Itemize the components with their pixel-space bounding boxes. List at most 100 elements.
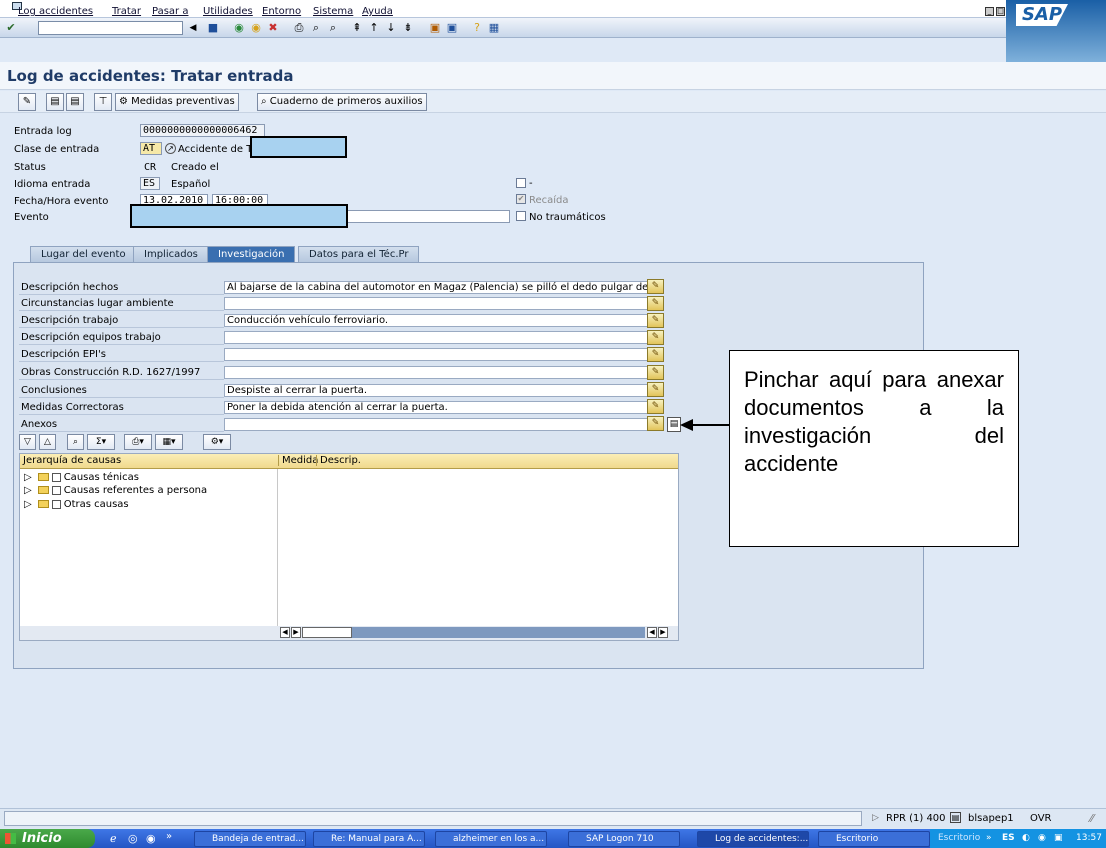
tree-node[interactable]: ▷ Causas ténicas [24, 471, 139, 484]
expand-icon[interactable]: ▷ [24, 472, 32, 483]
task-alzheimer[interactable]: alzheimer en los a... [435, 831, 547, 847]
entrada-log-field[interactable]: 0000000000000006462 [140, 124, 265, 137]
scroll-right-icon[interactable]: ▶ [658, 627, 668, 638]
menu-tratar[interactable]: Tratar [112, 6, 141, 17]
other-object-icon[interactable]: ▤ [46, 93, 64, 111]
minimize-icon[interactable]: _ [985, 7, 994, 16]
menu-entorno[interactable]: Entorno [262, 6, 301, 17]
expand-all-icon[interactable]: ▽ [19, 434, 36, 450]
menu-pasar-a[interactable]: Pasar a [152, 6, 188, 17]
help-icon[interactable]: ? [470, 21, 484, 35]
find-icon[interactable]: ⌕ [309, 21, 323, 35]
menu-log-accidentes[interactable]: Log accidentes [18, 6, 93, 17]
media-icon[interactable]: ◉ [146, 832, 156, 845]
tray-toolbar-label[interactable]: Escritorio [938, 829, 980, 848]
status-mode[interactable]: OVR [1030, 813, 1051, 824]
task-sap-logon[interactable]: SAP Logon 710 [568, 831, 680, 847]
scroll-left-icon[interactable]: ◀ [280, 627, 290, 638]
tab-implicados[interactable]: Implicados [133, 246, 209, 262]
tree-checkbox[interactable] [51, 472, 61, 482]
expand-icon[interactable]: ▷ [24, 485, 32, 496]
cancel-icon[interactable]: ✖ [266, 21, 280, 35]
ie-icon[interactable]: ℯ [110, 832, 117, 845]
save-icon[interactable]: ■ [206, 21, 220, 35]
row-value-field[interactable] [224, 297, 664, 310]
more-quicklaunch-icon[interactable]: » [166, 831, 172, 842]
tray-expand-icon[interactable]: » [986, 829, 992, 848]
desktop-icon[interactable]: ◎ [128, 832, 138, 845]
task-manual[interactable]: Re: Manual para A... [313, 831, 425, 847]
enter-icon[interactable]: ✔ [4, 21, 18, 35]
task-log-accidentes[interactable]: Log de accidentes:... [697, 831, 809, 847]
row-value-field[interactable] [224, 348, 664, 361]
row-value-field[interactable] [224, 418, 664, 431]
new-session-icon[interactable]: ▣ [428, 21, 442, 35]
tab-investigacion[interactable]: Investigación [207, 246, 296, 262]
shortcut-icon[interactable]: ▣ [445, 21, 459, 35]
edit-text-icon[interactable]: ✎ [647, 416, 664, 431]
status-expand-icon[interactable]: ▷ [872, 813, 879, 823]
next-page-icon[interactable]: ↓ [384, 21, 398, 35]
edit-text-icon[interactable]: ✎ [647, 365, 664, 380]
maximize-icon[interactable]: □ [996, 7, 1005, 16]
row-value-field[interactable]: Al bajarse de la cabina del automotor en… [224, 281, 664, 294]
exit-icon[interactable]: ◉ [249, 21, 263, 35]
language-indicator[interactable]: ES [1002, 829, 1015, 848]
tree-checkbox[interactable] [51, 499, 61, 509]
edit-text-icon[interactable]: ✎ [647, 330, 664, 345]
attach-documents-icon[interactable]: ▤ [667, 417, 681, 432]
back-icon[interactable]: ◉ [232, 21, 246, 35]
row-value-field[interactable]: Conducción vehículo ferroviario. [224, 314, 664, 327]
tree-checkbox[interactable] [51, 485, 61, 495]
cuaderno-primeros-auxilios-button[interactable]: ⌕ Cuaderno de primeros auxilios [257, 93, 427, 111]
edit-text-icon[interactable]: ✎ [647, 296, 664, 311]
menu-utilidades[interactable]: Utilidades [203, 6, 253, 17]
tree-node[interactable]: ▷ Otras causas [24, 498, 129, 511]
menu-ayuda[interactable]: Ayuda [362, 6, 393, 17]
expand-icon[interactable]: ▷ [24, 499, 32, 510]
clase-detail-icon[interactable]: ↗ [165, 143, 176, 154]
print-icon[interactable]: ⎙ [292, 21, 306, 35]
row-value-field[interactable] [224, 331, 664, 344]
tab-datos-tec-pr[interactable]: Datos para el Téc.Pr [298, 246, 420, 262]
edit-text-icon[interactable]: ✎ [647, 313, 664, 328]
layout-icon[interactable]: ⚙▾ [203, 434, 231, 450]
tab-lugar-del-evento[interactable]: Lugar del evento [30, 246, 137, 262]
find-next-icon[interactable]: ⌕ [326, 21, 340, 35]
status-list-icon[interactable]: ▤ [950, 812, 961, 823]
tray-sync-icon[interactable]: ◉ [1038, 829, 1046, 848]
back-arrow-icon[interactable]: ◀ [186, 21, 200, 35]
header-jerarquia[interactable]: Jerarquía de causas [23, 455, 121, 466]
header-medida[interactable]: Medida [278, 455, 318, 466]
checkbox-generic[interactable] [516, 178, 526, 188]
display-change-icon[interactable]: ✎ [18, 93, 36, 111]
row-value-field[interactable]: Poner la debida atención al cerrar la pu… [224, 401, 664, 414]
clase-entrada-field[interactable]: AT [140, 142, 162, 155]
menu-sistema[interactable]: Sistema [313, 6, 353, 17]
command-field[interactable] [38, 21, 183, 35]
collapse-all-icon[interactable]: △ [39, 434, 56, 450]
find-tree-icon[interactable]: ⌕ [67, 434, 84, 450]
scroll-left-icon[interactable]: ◀ [647, 627, 657, 638]
idioma-field[interactable]: ES [140, 177, 160, 190]
start-button[interactable]: Inicio [0, 829, 95, 848]
scroll-thumb[interactable] [302, 627, 352, 638]
task-escritorio[interactable]: Escritorio [818, 831, 930, 847]
task-bandeja[interactable]: Bandeja de entrad... [194, 831, 306, 847]
prev-page-icon[interactable]: ↑ [367, 21, 381, 35]
scroll-right-icon[interactable]: ▶ [291, 627, 301, 638]
edit-text-icon[interactable]: ✎ [647, 399, 664, 414]
edit-text-icon[interactable]: ✎ [647, 279, 664, 294]
row-value-field[interactable] [224, 366, 664, 379]
export-icon[interactable]: ▦▾ [155, 434, 183, 450]
tree-node[interactable]: ▷ Causas referentes a persona [24, 484, 207, 497]
horizontal-scrollbar[interactable]: ◀ ▶ ◀ ▶ [278, 626, 678, 640]
resize-grip-icon[interactable]: ⁄⁄ [1090, 812, 1094, 825]
edit-text-icon[interactable]: ✎ [647, 347, 664, 362]
print-tree-icon[interactable]: ⎙▾ [124, 434, 152, 450]
hierarchy-icon[interactable]: ⊤ [94, 93, 112, 111]
tray-network-icon[interactable]: ▣ [1054, 829, 1063, 848]
edit-text-icon[interactable]: ✎ [647, 382, 664, 397]
other-object2-icon[interactable]: ▤ [66, 93, 84, 111]
layout-menu-icon[interactable]: ▦ [487, 21, 501, 35]
